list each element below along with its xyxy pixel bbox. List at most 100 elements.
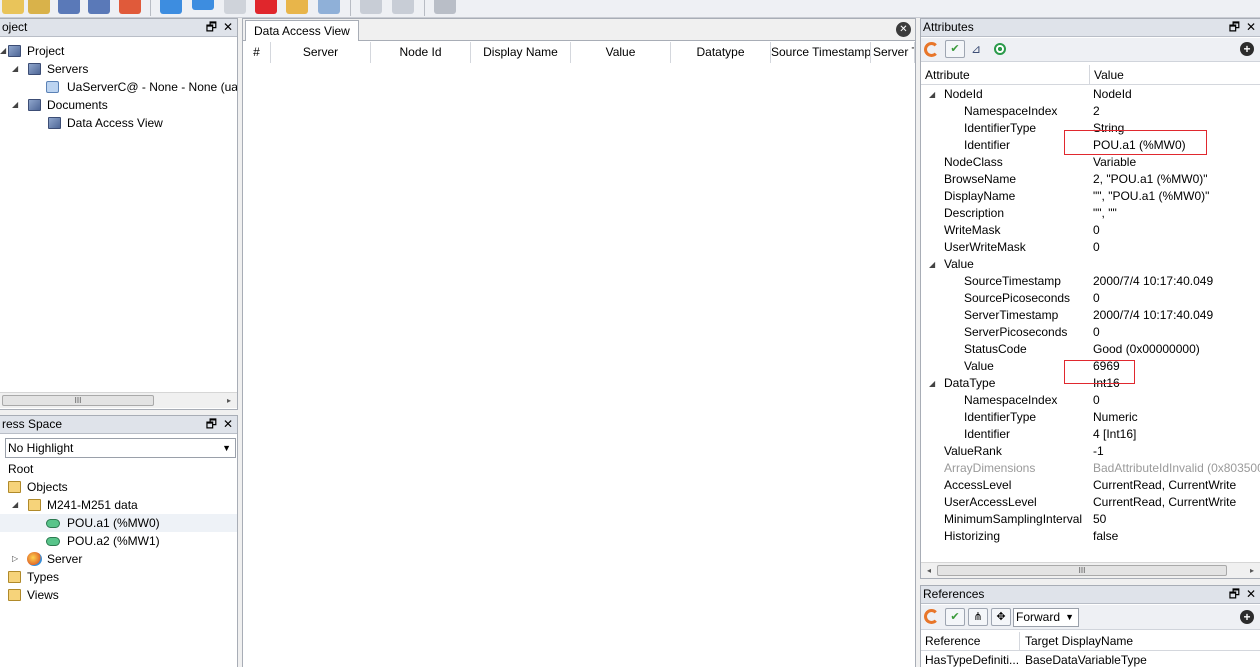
tree-item-project[interactable]: ◢ Project: [0, 42, 237, 60]
close-icon[interactable]: ✕: [223, 416, 233, 433]
restore-icon[interactable]: 🗗: [206, 19, 217, 36]
attribute-row[interactable]: NamespaceIndex 0: [921, 392, 1260, 409]
collapse-arrow-icon[interactable]: ◢: [929, 375, 935, 392]
add-icon[interactable]: +: [1240, 42, 1254, 56]
refresh-icon[interactable]: [924, 42, 939, 57]
tree-item-m241-data[interactable]: ◢ M241-M251 data: [0, 496, 237, 514]
collapse-arrow-icon[interactable]: ◢: [929, 256, 935, 273]
user-icon[interactable]: [318, 0, 340, 14]
edit-icon[interactable]: [28, 0, 50, 14]
references-row[interactable]: HasTypeDefiniti... BaseDataVariableType: [921, 652, 1260, 667]
column-header[interactable]: Server: [271, 42, 371, 63]
tree-item-server-connection[interactable]: UaServerC@ - None - None (uat: [0, 78, 237, 96]
horizontal-scrollbar[interactable]: ◂ III ▸: [921, 562, 1260, 578]
collapse-arrow-icon[interactable]: ◢: [12, 60, 18, 78]
navigate-icon[interactable]: ✥: [991, 608, 1011, 626]
delete-icon[interactable]: [255, 0, 277, 14]
attribute-row[interactable]: NodeClass Variable: [921, 154, 1260, 171]
attribute-row[interactable]: IdentifierType Numeric: [921, 409, 1260, 426]
attribute-row[interactable]: SourceTimestamp 2000/7/4 10:17:40.049: [921, 273, 1260, 290]
close-icon[interactable]: ✕: [1246, 586, 1256, 603]
restore-icon[interactable]: 🗗: [1229, 586, 1240, 603]
attribute-row[interactable]: ValueRank -1: [921, 443, 1260, 460]
column-header[interactable]: #: [243, 42, 271, 63]
scroll-right-icon[interactable]: ▸: [223, 393, 235, 408]
save-all-icon[interactable]: [88, 0, 110, 14]
restore-icon[interactable]: 🗗: [1229, 19, 1240, 36]
tree-item-server[interactable]: ▷ Server: [0, 550, 237, 568]
column-header[interactable]: Value: [571, 42, 671, 63]
collapse-arrow-icon[interactable]: ◢: [12, 96, 18, 114]
open-icon[interactable]: [2, 0, 24, 14]
attribute-row[interactable]: UserAccessLevel CurrentRead, CurrentWrite: [921, 494, 1260, 511]
column-header[interactable]: Display Name: [471, 42, 571, 63]
filter-icon[interactable]: ⊿: [971, 42, 981, 56]
attribute-row[interactable]: ◢ NodeId NodeId: [921, 86, 1260, 103]
scrollbar-thumb[interactable]: III: [2, 395, 154, 406]
attribute-row[interactable]: ◢ Value: [921, 256, 1260, 273]
tree-item-objects[interactable]: Objects: [0, 478, 237, 496]
column-header[interactable]: Node Id: [371, 42, 471, 63]
collapse-arrow-icon[interactable]: ◢: [0, 42, 6, 60]
document-icon[interactable]: [392, 0, 414, 14]
key-icon[interactable]: [286, 0, 308, 14]
attribute-row[interactable]: AccessLevel CurrentRead, CurrentWrite: [921, 477, 1260, 494]
close-icon[interactable]: ✕: [1246, 19, 1256, 36]
attribute-row[interactable]: UserWriteMask 0: [921, 239, 1260, 256]
server-box-icon[interactable]: [434, 0, 456, 14]
attribute-row[interactable]: DisplayName "", "POU.a1 (%MW0)": [921, 188, 1260, 205]
direction-select[interactable]: Forward ▼: [1013, 608, 1079, 627]
horizontal-scrollbar[interactable]: III ▸: [0, 392, 237, 408]
column-header[interactable]: Datatype: [671, 42, 771, 63]
tree-item-pou-a1[interactable]: POU.a1 (%MW0): [0, 514, 237, 532]
check-toggle-button[interactable]: ✔: [945, 40, 965, 58]
attribute-row[interactable]: Description "", "": [921, 205, 1260, 222]
tree-item-root[interactable]: Root: [0, 460, 237, 478]
tree-item-views[interactable]: Views: [0, 586, 237, 604]
column-header[interactable]: Source Timestamp: [771, 42, 871, 63]
tab-data-access-view[interactable]: Data Access View: [245, 20, 359, 41]
tree-item-pou-a2[interactable]: POU.a2 (%MW1): [0, 532, 237, 550]
column-header[interactable]: Value: [1094, 65, 1124, 85]
add-icon[interactable]: +: [1240, 610, 1254, 624]
scrollbar-thumb[interactable]: III: [937, 565, 1227, 576]
scroll-right-icon[interactable]: ▸: [1246, 563, 1258, 578]
tree-item-types[interactable]: Types: [0, 568, 237, 586]
close-icon[interactable]: ✕: [223, 19, 233, 36]
tree-item-servers[interactable]: ◢ Servers: [0, 60, 237, 78]
expand-arrow-icon[interactable]: ▷: [12, 550, 18, 568]
refresh-icon[interactable]: [924, 609, 939, 624]
restore-icon[interactable]: 🗗: [206, 416, 217, 433]
add-icon[interactable]: [160, 0, 182, 14]
attribute-row[interactable]: Identifier 4 [Int16]: [921, 426, 1260, 443]
close-tab-icon[interactable]: ✕: [896, 22, 911, 37]
collapse-arrow-icon[interactable]: ◢: [12, 496, 18, 514]
attribute-row[interactable]: ServerPicoseconds 0: [921, 324, 1260, 341]
column-header[interactable]: Attribute: [925, 65, 970, 85]
attribute-row[interactable]: MinimumSamplingInterval 50: [921, 511, 1260, 528]
tree-item-documents[interactable]: ◢ Documents: [0, 96, 237, 114]
power-icon[interactable]: [119, 0, 141, 14]
attribute-row[interactable]: ServerTimestamp 2000/7/4 10:17:40.049: [921, 307, 1260, 324]
scroll-left-icon[interactable]: ◂: [923, 563, 935, 578]
attribute-row[interactable]: WriteMask 0: [921, 222, 1260, 239]
attribute-row[interactable]: StatusCode Good (0x00000000): [921, 341, 1260, 358]
attribute-row[interactable]: Historizing false: [921, 528, 1260, 545]
column-header[interactable]: Reference: [925, 632, 980, 651]
attribute-row[interactable]: ArrayDimensions BadAttributeIdInvalid (0x…: [921, 460, 1260, 477]
attribute-row[interactable]: SourcePicoseconds 0: [921, 290, 1260, 307]
check-toggle-button[interactable]: ✔: [945, 608, 965, 626]
column-header[interactable]: Server T: [871, 42, 915, 63]
collapse-arrow-icon[interactable]: ◢: [929, 86, 935, 103]
clipboard-icon[interactable]: [360, 0, 382, 14]
attribute-row[interactable]: BrowseName 2, "POU.a1 (%MW0)": [921, 171, 1260, 188]
settings-icon[interactable]: [224, 0, 246, 14]
column-header[interactable]: Target DisplayName: [1025, 632, 1133, 651]
subscribe-icon[interactable]: [994, 43, 1006, 55]
tree-item-data-access-view[interactable]: Data Access View: [0, 114, 237, 132]
highlight-select[interactable]: No Highlight ▼: [5, 438, 236, 458]
attribute-row[interactable]: NamespaceIndex 2: [921, 103, 1260, 120]
remove-icon[interactable]: [192, 0, 214, 10]
hierarchy-icon[interactable]: ⋔: [968, 608, 988, 626]
save-icon[interactable]: [58, 0, 80, 14]
